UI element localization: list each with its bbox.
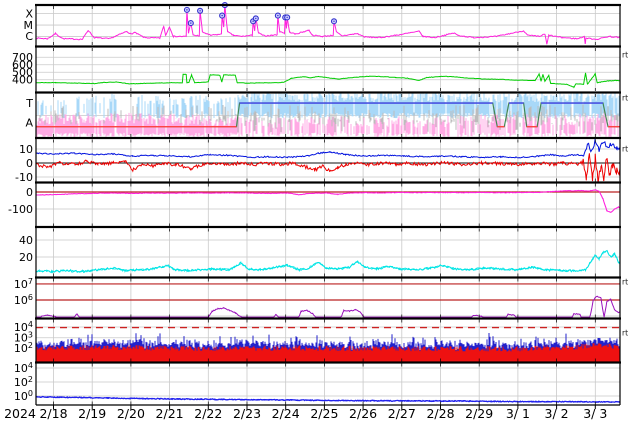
x-axis-tick-label: 2/19 bbox=[78, 406, 106, 421]
x-axis-tick-label: 3/ 3 bbox=[583, 406, 607, 421]
y-tick-label: 20 bbox=[19, 251, 33, 264]
y-tick-label: C bbox=[25, 30, 33, 43]
right-rt-label: rt bbox=[622, 145, 628, 154]
right-rt-label: rt bbox=[622, 93, 628, 102]
x-axis-tick-label: 2/29 bbox=[465, 406, 493, 421]
panel-divider bbox=[35, 91, 621, 94]
x-axis-tick-label: 2/26 bbox=[349, 406, 377, 421]
summary-plot-svg: XMC700600500400TA100-100-100402010710610… bbox=[0, 0, 634, 424]
x-axis-tick-label: 2/24 bbox=[272, 406, 300, 421]
y-tick-label: 10 bbox=[19, 143, 33, 156]
x-axis-tick-label: 2/20 bbox=[117, 406, 145, 421]
panel-divider bbox=[35, 181, 621, 184]
x-axis-tick-label: 2/22 bbox=[194, 406, 222, 421]
y-tick-label: 400 bbox=[12, 74, 33, 87]
x-axis-tick-label: 2/18 bbox=[39, 406, 67, 421]
space-weather-summary-chart: X M C 700 600 500 400 T A 10 0 -10 0 -100 40 20 107 106 10… bbox=[0, 0, 634, 424]
x-axis-tick-label: 2/27 bbox=[388, 406, 416, 421]
x-axis-tick-label: 3/ 2 bbox=[545, 406, 569, 421]
panel-divider bbox=[35, 317, 621, 320]
y-tick-label: 0 bbox=[26, 186, 33, 199]
y-tick-label: -100 bbox=[8, 203, 33, 216]
y-tick-label: 0 bbox=[26, 157, 33, 170]
right-rt-label: rt bbox=[622, 278, 628, 287]
x-axis-tick-label: 2/28 bbox=[426, 406, 454, 421]
y-tick-label: -10 bbox=[15, 171, 33, 184]
panel-divider bbox=[35, 225, 621, 229]
x-axis-tick-label: 2/21 bbox=[156, 406, 184, 421]
y-tick-label: A bbox=[25, 117, 33, 130]
y-tick-label: T bbox=[25, 97, 33, 110]
right-rt-label: rt bbox=[622, 50, 628, 59]
x-axis-year-label: 2024 bbox=[4, 406, 36, 421]
y-tick-label: 40 bbox=[19, 234, 33, 247]
panel-divider bbox=[35, 136, 621, 140]
panel-divider bbox=[35, 3, 621, 7]
panel-divider bbox=[35, 276, 621, 279]
panel-divider bbox=[35, 361, 621, 364]
x-axis-tick-label: 2/23 bbox=[233, 406, 261, 421]
x-axis-tick-label: 2/25 bbox=[310, 406, 338, 421]
right-rt-label: rt bbox=[622, 329, 628, 338]
panel-divider bbox=[35, 45, 621, 48]
x-axis-tick-label: 3/ 1 bbox=[506, 406, 530, 421]
